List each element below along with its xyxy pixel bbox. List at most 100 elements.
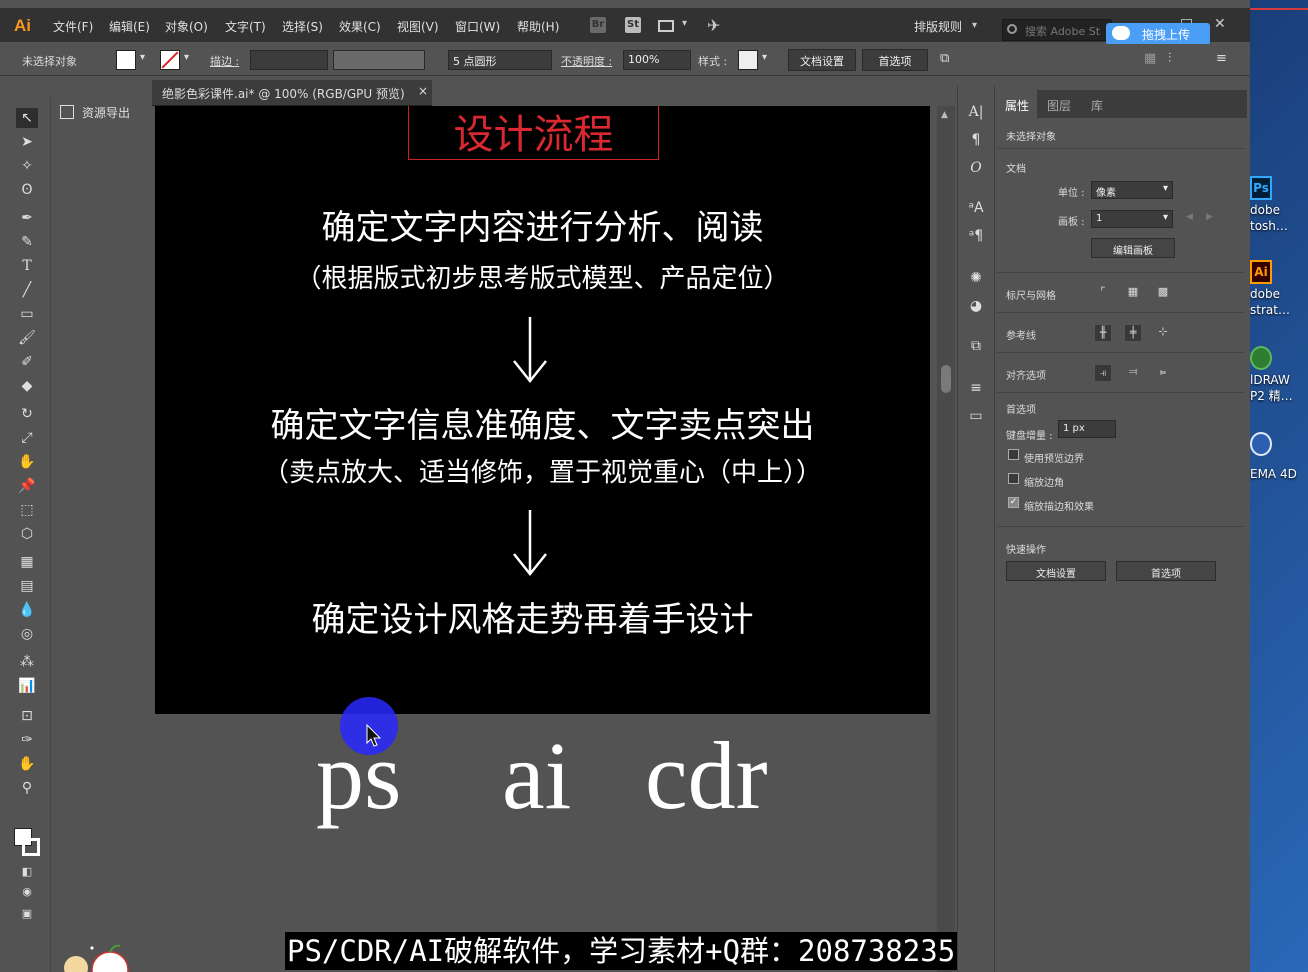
snap-to-pixel-icon[interactable]: ⫤ xyxy=(1124,364,1142,382)
menu-view[interactable]: 视图(V) xyxy=(397,18,439,35)
color-mode-icon[interactable]: ◧ xyxy=(16,862,38,882)
menu-edit[interactable]: 编辑(E) xyxy=(109,18,150,35)
smart-guides-icon[interactable]: ⊹ xyxy=(1154,324,1172,342)
line-tool-icon[interactable]: ╱ xyxy=(16,280,38,300)
stock-icon[interactable]: St xyxy=(625,17,641,33)
paragraph-styles-icon[interactable]: ᵃ¶ xyxy=(966,226,986,246)
opentype-panel-icon[interactable]: O xyxy=(966,158,986,178)
bridge-icon[interactable]: Br xyxy=(590,17,606,33)
show-guides-icon[interactable]: ╫ xyxy=(1094,324,1112,342)
canvas-text-ai[interactable]: ai xyxy=(502,720,571,831)
gpu-rocket-icon[interactable]: ✈ xyxy=(707,16,720,35)
scale-strokes-checkbox[interactable]: ✓ xyxy=(1008,497,1019,508)
stroke-color-icon[interactable] xyxy=(22,838,40,856)
menu-file[interactable]: 文件(F) xyxy=(53,18,93,35)
desktop-icon-photoshop[interactable]: Ps dobe tosh… xyxy=(1250,176,1308,246)
tab-libraries[interactable]: 库 xyxy=(1091,97,1103,114)
desktop-icon-coreldraw[interactable]: lDRAW P2 精… xyxy=(1250,346,1308,416)
stroke-panel-icon[interactable]: ≡ xyxy=(966,378,986,398)
desktop-icon-cinema4d[interactable]: EMA 4D xyxy=(1250,432,1308,502)
pen-tool-icon[interactable]: ✒ xyxy=(16,208,38,228)
transparency-panel-icon[interactable]: ◕ xyxy=(966,296,986,316)
character-styles-icon[interactable]: ᵃA xyxy=(966,198,986,218)
scrollbar-thumb[interactable] xyxy=(941,365,951,393)
warp-tool-icon[interactable]: ✋ xyxy=(16,452,38,472)
paragraph-panel-icon[interactable]: ¶ xyxy=(966,130,986,150)
opacity-field[interactable]: 100% xyxy=(623,50,691,70)
artboard-select[interactable]: 1 ▾ xyxy=(1091,210,1173,228)
transform-icon[interactable]: ▦ xyxy=(1144,51,1156,66)
chevron-down-icon[interactable]: ▾ xyxy=(972,20,977,31)
eyedropper-tool-icon[interactable]: 💧 xyxy=(16,600,38,620)
opacity-label[interactable]: 不透明度 : xyxy=(561,53,612,69)
lasso-tool-icon[interactable]: ʘ xyxy=(16,180,38,200)
search-stock-input[interactable]: 搜索 Adobe St xyxy=(1002,19,1112,41)
align-icon[interactable]: ⫶ xyxy=(1168,51,1171,66)
menu-help[interactable]: 帮助(H) xyxy=(517,18,559,35)
canvas-text-cdr[interactable]: cdr xyxy=(645,720,768,831)
curvature-tool-icon[interactable]: ✎ xyxy=(16,232,38,252)
mesh-tool-icon[interactable]: ▦ xyxy=(16,552,38,572)
menu-lines-icon[interactable]: ≡ xyxy=(1216,51,1227,66)
menu-type[interactable]: 文字(T) xyxy=(225,18,266,35)
artboard-tool-icon[interactable]: ⊡ xyxy=(16,706,38,726)
symbol-sprayer-tool-icon[interactable]: ⁂ xyxy=(16,652,38,672)
arrange-icon[interactable]: ⧉ xyxy=(940,51,949,66)
flow-step-2[interactable]: 确定文字信息准确度、文字卖点突出 xyxy=(155,398,930,447)
artboard-title[interactable]: 设计流程 xyxy=(408,102,659,160)
document-tab[interactable]: 绝影色彩课件.ai* @ 100% (RGB/GPU 预览) xyxy=(152,80,432,106)
rotate-tool-icon[interactable]: ↻ xyxy=(16,404,38,424)
edit-artboards-button[interactable]: 编辑画板 xyxy=(1091,238,1175,258)
gradient-panel-icon[interactable]: ▭ xyxy=(966,406,986,426)
shape-builder-tool-icon[interactable]: ⬡ xyxy=(16,524,38,544)
slice-tool-icon[interactable]: ✑ xyxy=(16,730,38,750)
variable-width-profile[interactable] xyxy=(333,50,425,70)
eraser-tool-icon[interactable]: ◆ xyxy=(16,376,38,396)
vertical-scrollbar[interactable] xyxy=(937,106,955,972)
graphic-style-swatch[interactable] xyxy=(738,50,758,70)
draw-mode-icon[interactable]: ◉ xyxy=(16,882,38,902)
flow-step-1-note[interactable]: （根据版式初步思考版式模型、产品定位） xyxy=(155,258,930,295)
paintbrush-tool-icon[interactable]: 🖌 xyxy=(16,328,38,348)
desktop-icon-illustrator[interactable]: Ai dobe strat… xyxy=(1250,260,1308,330)
magic-wand-tool-icon[interactable]: ✧ xyxy=(16,156,38,176)
asset-export-panel[interactable]: 资源导出 xyxy=(60,104,130,121)
previous-artboard-icon[interactable]: ◀ xyxy=(1186,212,1193,222)
close-icon[interactable]: ✕ xyxy=(1214,16,1226,32)
puppet-warp-tool-icon[interactable]: 📌 xyxy=(16,476,38,496)
chevron-down-icon[interactable]: ▾ xyxy=(140,52,145,63)
preferences-button[interactable]: 首选项 xyxy=(862,49,928,71)
rulers-icon[interactable]: ⌜ xyxy=(1094,284,1112,302)
quick-preferences-button[interactable]: 首选项 xyxy=(1116,561,1216,581)
stroke-weight-field[interactable] xyxy=(250,50,328,70)
quick-document-setup-button[interactable]: 文档设置 xyxy=(1006,561,1106,581)
flow-step-3[interactable]: 确定设计风格走势再着手设计 xyxy=(155,592,910,641)
arrange-documents-icon[interactable] xyxy=(658,20,674,32)
type-tool-icon[interactable]: T xyxy=(16,256,38,276)
blend-tool-icon[interactable]: ◎ xyxy=(16,624,38,644)
zoom-tool-icon[interactable]: ⚲ xyxy=(16,778,38,798)
workspace-switcher[interactable]: 排版规则 xyxy=(914,18,962,35)
selection-tool-icon[interactable]: ↖ xyxy=(16,108,38,128)
lock-guides-icon[interactable]: ╪ xyxy=(1124,324,1142,342)
brush-definition[interactable]: 5 点圆形 xyxy=(448,50,552,70)
menu-object[interactable]: 对象(O) xyxy=(165,18,208,35)
character-panel-icon[interactable]: A| xyxy=(966,102,986,122)
use-preview-bounds-checkbox[interactable] xyxy=(1008,449,1019,460)
scale-corners-checkbox[interactable] xyxy=(1008,473,1019,484)
free-transform-tool-icon[interactable]: ⬚ xyxy=(16,500,38,520)
menu-select[interactable]: 选择(S) xyxy=(282,18,323,35)
keyboard-increment-field[interactable]: 1 px xyxy=(1058,420,1116,438)
snap-to-glyph-icon[interactable]: ⫢ xyxy=(1154,364,1172,382)
stroke-label[interactable]: 描边 : xyxy=(210,53,239,69)
flow-step-1[interactable]: 确定文字内容进行分析、阅读 xyxy=(155,200,930,249)
grid-icon[interactable]: ▦ xyxy=(1124,284,1142,302)
close-tab-icon[interactable]: × xyxy=(418,84,428,98)
menu-effect[interactable]: 效果(C) xyxy=(339,18,381,35)
appearance-panel-icon[interactable]: ✺ xyxy=(966,268,986,288)
next-artboard-icon[interactable]: ▶ xyxy=(1206,212,1213,222)
upload-button[interactable]: 拖拽上传 xyxy=(1106,23,1210,45)
document-setup-button[interactable]: 文档设置 xyxy=(788,49,856,71)
scale-tool-icon[interactable]: ⤢ xyxy=(16,428,38,448)
tab-layers[interactable]: 图层 xyxy=(1047,97,1071,114)
